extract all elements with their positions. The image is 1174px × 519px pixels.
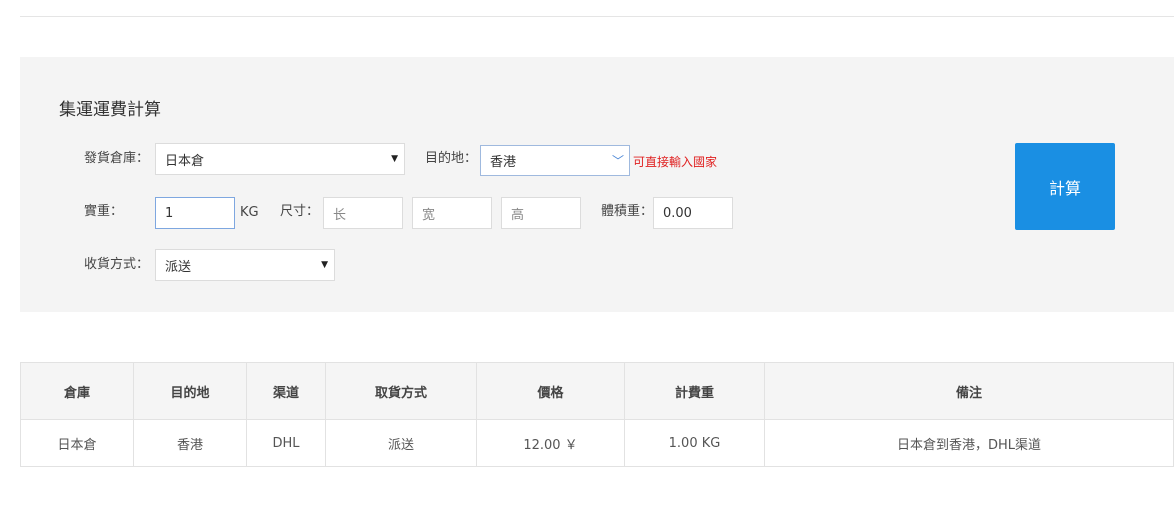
calculator-title: 集運運費計算 <box>59 100 161 120</box>
header-price: 價格 <box>476 362 625 420</box>
width-input[interactable]: 宽 <box>412 197 492 229</box>
height-placeholder: 高 <box>511 207 525 223</box>
freight-calculator-panel: 集運運費計算 發貨倉庫： 日本倉 ▼ 目的地： 香港 ﹀ 可直接輸入國家 實重：… <box>20 57 1174 312</box>
header-channel: 渠道 <box>246 362 326 420</box>
warehouse-label: 發貨倉庫： <box>84 151 150 166</box>
weight-unit: KG <box>240 205 259 220</box>
width-placeholder: 宽 <box>422 207 436 223</box>
cell-price: 12.00 ￥ <box>476 419 625 467</box>
volume-weight-input[interactable]: 0.00 <box>653 197 733 229</box>
cell-pickup-method: 派送 <box>325 419 477 467</box>
delivery-method-label: 收貨方式： <box>84 257 150 272</box>
cell-warehouse: 日本倉 <box>20 419 134 467</box>
length-input[interactable]: 长 <box>323 197 403 229</box>
destination-label: 目的地： <box>425 151 478 166</box>
warehouse-select[interactable]: 日本倉 ▼ <box>155 143 405 175</box>
actual-weight-label: 實重： <box>84 204 124 219</box>
caret-down-icon: ▼ <box>391 154 398 164</box>
chevron-down-icon[interactable]: ﹀ <box>607 146 629 175</box>
header-destination: 目的地 <box>133 362 247 420</box>
destination-hint: 可直接輸入國家 <box>633 155 718 169</box>
dimensions-label: 尺寸： <box>280 204 320 219</box>
calculate-button[interactable]: 計算 <box>1015 143 1115 230</box>
cell-channel: DHL <box>246 419 326 467</box>
actual-weight-value: 1 <box>165 205 174 221</box>
header-chargeable-weight: 計費重 <box>624 362 765 420</box>
cell-chargeable-weight: 1.00 KG <box>624 419 765 467</box>
length-placeholder: 长 <box>333 207 347 223</box>
warehouse-select-value: 日本倉 <box>165 153 205 169</box>
top-divider <box>20 16 1174 17</box>
cell-remarks: 日本倉到香港，DHL渠道 <box>764 419 1174 467</box>
destination-value: 香港 <box>490 155 517 170</box>
caret-down-icon: ▼ <box>321 260 328 270</box>
result-table: 倉庫 目的地 渠道 取貨方式 價格 計費重 備注 日本倉 香港 DHL 派送 1… <box>20 362 1174 467</box>
delivery-method-value: 派送 <box>165 259 192 275</box>
volume-weight-value: 0.00 <box>663 205 692 221</box>
delivery-method-select[interactable]: 派送 ▼ <box>155 249 335 281</box>
header-remarks: 備注 <box>764 362 1174 420</box>
volume-weight-label: 體積重： <box>601 204 654 219</box>
destination-combobox[interactable]: 香港 ﹀ <box>480 145 630 176</box>
table-row: 日本倉 香港 DHL 派送 12.00 ￥ 1.00 KG 日本倉到香港，DHL… <box>20 419 1174 467</box>
header-pickup-method: 取貨方式 <box>325 362 477 420</box>
header-warehouse: 倉庫 <box>20 362 134 420</box>
actual-weight-input[interactable]: 1 <box>155 197 235 229</box>
cell-destination: 香港 <box>133 419 247 467</box>
height-input[interactable]: 高 <box>501 197 581 229</box>
table-header-row: 倉庫 目的地 渠道 取貨方式 價格 計費重 備注 <box>20 362 1174 420</box>
